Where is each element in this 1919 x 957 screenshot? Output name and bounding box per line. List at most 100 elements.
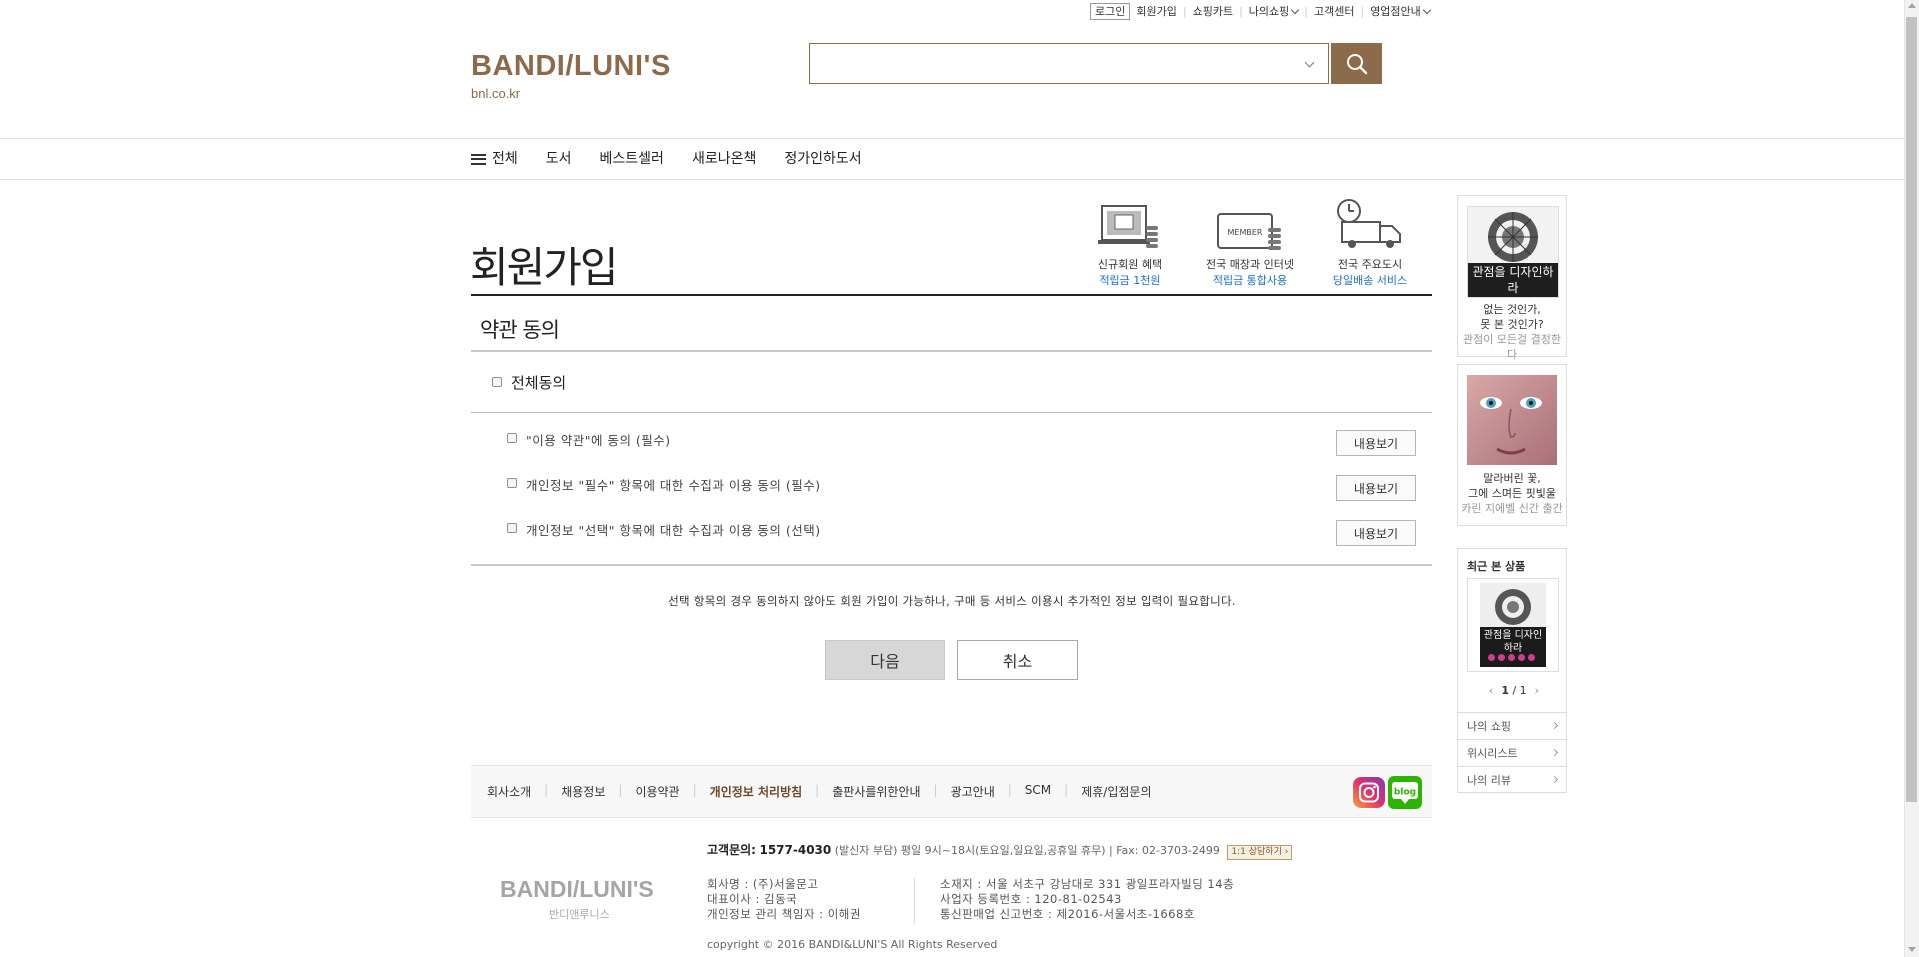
main-nav: 전체 도서 베스트셀러 새로나온책 정가인하도서 <box>471 148 890 168</box>
svg-text:blog: blog <box>1394 788 1416 798</box>
benefit-same-day-delivery: 전국 주요도시 당일배송 서비스 <box>1305 198 1435 288</box>
next-button[interactable]: 다음 <box>825 640 945 680</box>
divider: | <box>692 783 697 797</box>
total-pages: 1 <box>1519 684 1527 697</box>
benefit-delivery-title: 전국 주요도시 <box>1337 258 1403 271</box>
recent-items-pager: ‹ 1 / 1 › <box>1463 684 1565 697</box>
side-banner-1[interactable]: 관점을 디자인하라 없는 것인가, 못 본 것인가? 관점이 모든걸 결정한다 <box>1457 195 1567 361</box>
one-to-one-chat-button[interactable]: 1:1 상담하기 › <box>1227 845 1293 860</box>
nav-item-discount-books[interactable]: 정가인하도서 <box>784 148 861 168</box>
footer-link-partnership[interactable]: 제휴/입점문의 <box>1081 783 1151 800</box>
side-link-label: 나의 리뷰 <box>1467 773 1511 787</box>
side-link-wishlist[interactable]: 위시리스트 <box>1458 739 1566 765</box>
chevron-down-icon <box>1422 5 1432 15</box>
chevron-down-icon <box>1304 57 1314 68</box>
side-link-reviews[interactable]: 나의 리뷰 <box>1458 766 1566 792</box>
nav-all-categories[interactable]: 전체 <box>471 148 518 168</box>
divider: | <box>1360 4 1365 18</box>
divider: | <box>1304 4 1308 18</box>
footer-link-privacy[interactable]: 개인정보 처리방침 <box>710 783 803 800</box>
recent-cover-title: 관점을 디자인하라 <box>1483 630 1543 654</box>
footer-link-ads[interactable]: 광고안내 <box>951 783 995 800</box>
privacy-optional-label[interactable]: 개인정보 "선택" 항목에 대한 수집과 이용 동의 (선택) <box>526 520 821 539</box>
section-divider <box>471 564 1432 566</box>
footer-link-scm[interactable]: SCM <box>1025 783 1051 800</box>
terms-of-use-label[interactable]: "이용 약관"에 동의 (필수) <box>526 430 671 449</box>
footer-link-company[interactable]: 회사소개 <box>487 783 531 800</box>
instagram-icon[interactable] <box>1352 776 1386 809</box>
company-ceo: 대표이사 : 김동국 <box>707 892 798 906</box>
cart-link[interactable]: 쇼핑카트 <box>1193 3 1233 19</box>
view-privacy-optional-button[interactable]: 내용보기 <box>1336 520 1416 546</box>
chevron-right-icon <box>1550 775 1559 784</box>
cs-hours: (발신자 부담) 평일 9시~18시(토요일,일요일,공휴일 휴무) | Fax… <box>834 844 1220 857</box>
stores-menu[interactable]: 영업점안내 <box>1370 3 1432 19</box>
footer-link-publishers[interactable]: 출판사를위한안내 <box>832 783 920 800</box>
view-terms-button[interactable]: 내용보기 <box>1336 430 1416 456</box>
prev-page-icon[interactable]: ‹ <box>1489 684 1493 697</box>
scrollbar-thumb[interactable] <box>1906 17 1917 802</box>
login-link[interactable]: 로그인 <box>1090 2 1131 20</box>
company-address: 소재지 : 서울 서초구 강남대로 331 광일프라자빌딩 14층 <box>940 877 1235 891</box>
scroll-down-icon[interactable] <box>1908 947 1916 952</box>
nav-item-bestseller[interactable]: 베스트셀러 <box>600 148 664 168</box>
side-link-label: 나의 쇼핑 <box>1467 719 1511 733</box>
title-divider <box>471 294 1432 296</box>
search-button[interactable] <box>1331 43 1382 84</box>
side-banner-1-text: 없는 것인가, 못 본 것인가? 관점이 모든걸 결정한다 <box>1458 302 1566 362</box>
cancel-button[interactable]: 취소 <box>957 640 1078 680</box>
terms-of-use-checkbox[interactable] <box>507 433 517 443</box>
myshop-menu[interactable]: 나의쇼핑 <box>1248 3 1300 19</box>
search-icon <box>1346 53 1367 74</box>
next-page-icon[interactable]: › <box>1535 684 1539 697</box>
book-cover-image <box>1467 375 1557 465</box>
scroll-up-icon[interactable] <box>1908 3 1916 8</box>
stores-label: 영업점안내 <box>1370 5 1421 18</box>
chevron-right-icon <box>1550 748 1559 757</box>
menu-icon <box>471 153 486 165</box>
benefit-integrated-title: 전국 매장과 인터넷 <box>1206 258 1294 271</box>
footer-info-divider <box>914 878 915 924</box>
customer-service-info: 고객문의: 1577-4030 (발신자 부담) 평일 9시~18시(토요일,일… <box>707 841 1293 860</box>
divider: | <box>1182 4 1187 18</box>
agree-all-label[interactable]: 전체동의 <box>511 372 566 393</box>
section-title: 약관 동의 <box>480 318 560 342</box>
side-banner-2[interactable]: 말라버린 꽃, 그에 스며든 핏빛울 카린 지에벨 신간 출간 <box>1457 364 1567 526</box>
privacy-officer: 개인정보 관리 책임자 : 이해권 <box>707 907 861 921</box>
privacy-required-checkbox[interactable] <box>507 478 517 488</box>
side-link-myshop[interactable]: 나의 쇼핑 <box>1458 712 1566 738</box>
benefit-integrated-detail: 적립금 통합사용 <box>1212 274 1288 287</box>
footer-link-terms[interactable]: 이용약관 <box>635 783 679 800</box>
nav-item-new-books[interactable]: 새로나온책 <box>692 148 756 168</box>
privacy-optional-checkbox[interactable] <box>507 523 517 533</box>
nav-item-books[interactable]: 도서 <box>546 148 572 168</box>
signup-link[interactable]: 회원가입 <box>1136 3 1176 19</box>
divider: | <box>933 783 938 797</box>
divider: | <box>618 783 623 797</box>
agree-all-checkbox[interactable] <box>492 377 502 387</box>
footer-link-careers[interactable]: 채용정보 <box>561 783 605 800</box>
cs-phone: 1577-4030 <box>759 843 832 857</box>
footer-logo-korean: 반디앤루니스 <box>549 908 610 921</box>
side-link-label: 위시리스트 <box>1467 746 1518 760</box>
myshop-label: 나의쇼핑 <box>1248 5 1290 18</box>
svg-text:MEMBER: MEMBER <box>1228 228 1263 237</box>
mail-order-registration: 통신판매업 신고번호 : 제2016-서울서초-1668호 <box>940 907 1195 921</box>
book-cover-image: 관점을 디자인하라 <box>1467 206 1559 298</box>
side-banner-2-text: 말라버린 꽃, 그에 스며든 핏빛울 카린 지에벨 신간 출간 <box>1458 471 1566 516</box>
site-logo[interactable]: BANDI/LUNI'S <box>471 50 671 83</box>
cs-center-link[interactable]: 고객센터 <box>1314 3 1354 19</box>
search-input[interactable] <box>809 43 1329 84</box>
cs-label: 고객문의: <box>707 843 756 857</box>
blog-icon[interactable]: blog <box>1388 776 1422 809</box>
cover-decoration <box>1488 654 1535 661</box>
view-privacy-required-button[interactable]: 내용보기 <box>1336 475 1416 501</box>
side-banner-1-line1: 없는 것인가, <box>1483 303 1541 316</box>
recent-item-thumbnail[interactable]: 관점을 디자인하라 <box>1467 578 1559 672</box>
privacy-required-label[interactable]: 개인정보 "필수" 항목에 대한 수집과 이용 동의 (필수) <box>526 475 821 494</box>
nav-divider <box>0 179 1904 180</box>
benefit-integrated-points: MEMBER 전국 매장과 인터넷 적립금 통합사용 <box>1185 198 1315 288</box>
chevron-down-icon <box>1291 5 1300 15</box>
book-cover-image: 관점을 디자인하라 <box>1480 583 1546 667</box>
search-category-dropdown[interactable] <box>1300 55 1318 73</box>
